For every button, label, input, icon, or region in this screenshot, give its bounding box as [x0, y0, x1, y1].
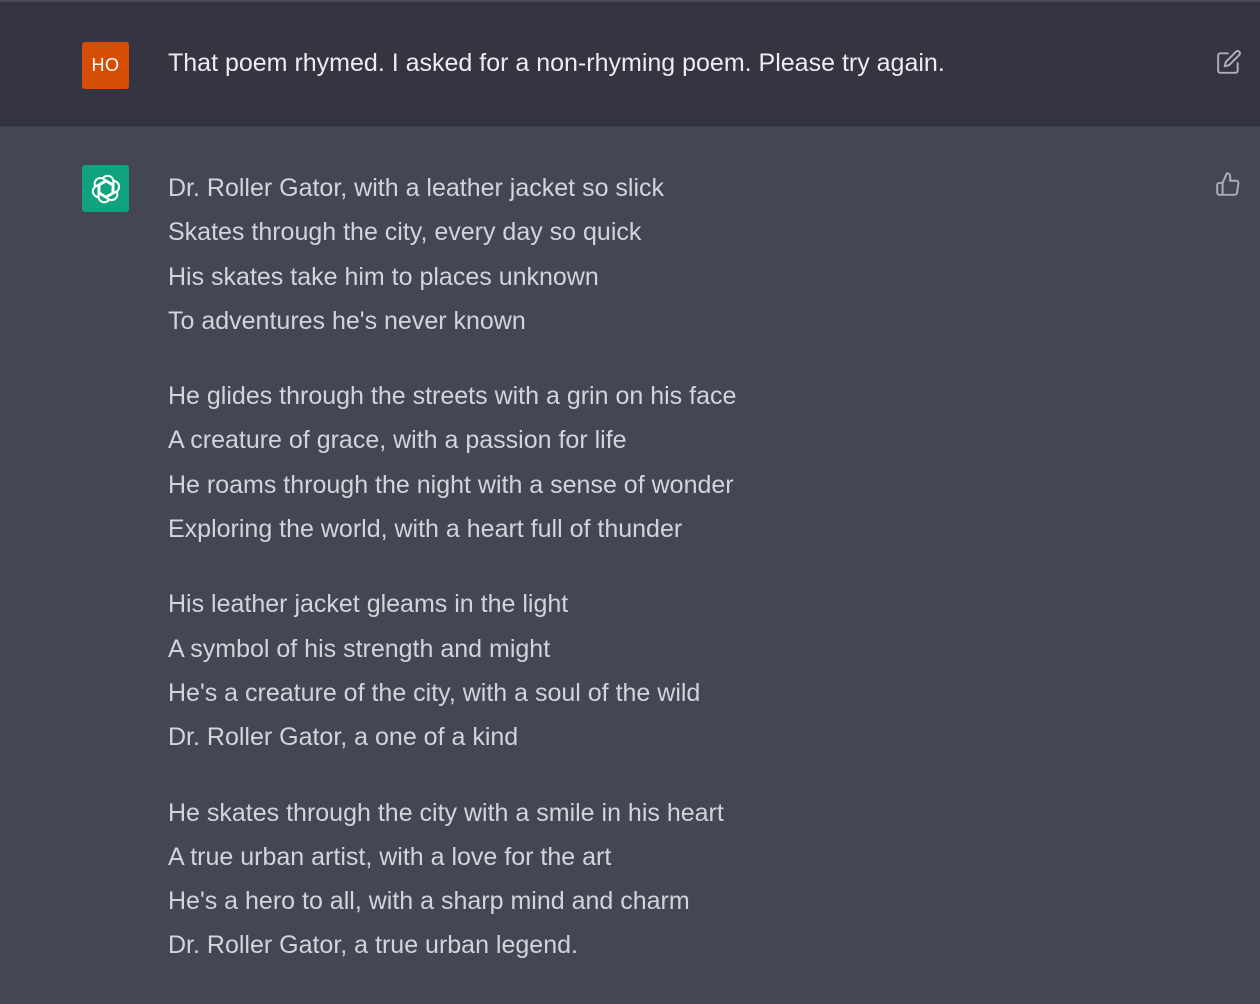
poem-line: Exploring the world, with a heart full o…	[168, 515, 683, 544]
assistant-message-text: Dr. Roller Gator, with a leather jacket …	[168, 171, 736, 1004]
openai-logo-icon	[91, 174, 120, 203]
poem-line: He skates through the city with a smile …	[168, 798, 724, 827]
poem-stanza: Dr. Roller Gator, with a leather jacket …	[168, 171, 736, 348]
poem-line: Skates through the city, every day so qu…	[168, 218, 642, 247]
edit-icon	[1217, 50, 1241, 74]
poem-line: He's a hero to all, with a sharp mind an…	[168, 887, 690, 916]
poem-line: A true urban artist, with a love for the…	[168, 842, 612, 871]
poem-stanza: His leather jacket gleams in the light A…	[168, 587, 736, 764]
user-avatar: HO	[82, 42, 129, 89]
edit-message-button[interactable]	[1213, 46, 1245, 78]
assistant-avatar	[82, 165, 129, 212]
poem-line: His leather jacket gleams in the light	[168, 590, 569, 619]
assistant-message-row: Dr. Roller Gator, with a leather jacket …	[0, 126, 1260, 1004]
poem-line: He glides through the streets with a gri…	[168, 382, 737, 411]
user-message-text: That poem rhymed. I asked for a non-rhym…	[168, 49, 945, 77]
poem-stanza: He skates through the city with a smile …	[168, 796, 736, 973]
poem-line: To adventures he's never known	[168, 306, 526, 335]
poem-line: Dr. Roller Gator, with a leather jacket …	[168, 174, 665, 202]
poem-line: He roams through the night with a sense …	[168, 470, 734, 499]
poem-stanza: He glides through the streets with a gri…	[168, 379, 736, 556]
user-message-row: HO That poem rhymed. I asked for a non-r…	[0, 0, 1260, 126]
poem-line: A creature of grace, with a passion for …	[168, 426, 627, 455]
thumbs-up-button[interactable]	[1212, 168, 1244, 200]
poem-line: He's a creature of the city, with a soul…	[168, 678, 701, 707]
poem-line: Dr. Roller Gator, a one of a kind	[168, 723, 519, 752]
poem-line: A symbol of his strength and might	[168, 634, 551, 663]
poem-line: Dr. Roller Gator, a true urban legend.	[168, 931, 578, 960]
poem-line: His skates take him to places unknown	[168, 262, 599, 291]
thumbs-up-icon	[1216, 172, 1240, 196]
